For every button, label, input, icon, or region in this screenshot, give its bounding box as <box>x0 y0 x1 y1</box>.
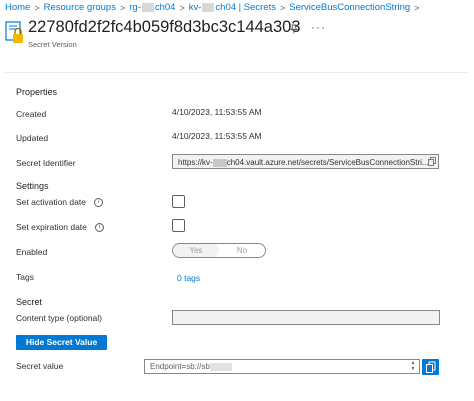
breadcrumb-separator: > <box>279 2 286 13</box>
expiration-date-label: Set expiration date <box>16 222 87 232</box>
expiration-date-row: Set expiration date i <box>16 222 105 233</box>
copy-secret-button[interactable] <box>422 359 439 375</box>
secret-identifier-label: Secret Identifier <box>16 158 76 168</box>
enabled-toggle[interactable]: Yes No <box>172 243 266 258</box>
pin-icon[interactable] <box>289 24 299 34</box>
more-icon[interactable]: ··· <box>311 20 326 34</box>
key-vault-secret-icon <box>5 21 23 43</box>
tags-label: Tags <box>16 272 34 282</box>
secret-value-field[interactable]: Endpoint=sb://sb ▲ ▼ <box>144 359 420 374</box>
scroll-arrows-icon[interactable]: ▲ ▼ <box>410 360 416 372</box>
created-label: Created <box>16 109 47 119</box>
breadcrumb-home[interactable]: Home <box>5 2 30 13</box>
activation-date-label: Set activation date <box>16 197 86 207</box>
content-type-label: Content type (optional) <box>16 313 102 323</box>
breadcrumb-key-vault[interactable]: kv-ch04 | Secrets <box>189 2 276 13</box>
secret-value-label: Secret value <box>16 361 64 371</box>
breadcrumb-separator: > <box>179 2 185 13</box>
copy-icon[interactable] <box>428 157 436 166</box>
enabled-label: Enabled <box>16 247 48 257</box>
header-divider <box>5 72 469 73</box>
enabled-yes-option[interactable]: Yes <box>173 244 219 257</box>
breadcrumb-separator: > <box>414 2 420 13</box>
secret-identifier-field[interactable]: https://kv-ch04.vault.azure.net/secrets/… <box>172 154 439 169</box>
content-type-input[interactable] <box>172 310 440 325</box>
breadcrumb-resource-group[interactable]: rg-ch04 <box>129 2 175 13</box>
activation-date-checkbox[interactable] <box>172 195 185 208</box>
breadcrumb-separator: > <box>34 2 40 13</box>
updated-value: 4/10/2023, 11:53:55 AM <box>172 131 262 141</box>
settings-heading: Settings <box>16 181 49 191</box>
properties-heading: Properties <box>16 87 58 97</box>
page-subtitle: Secret Version <box>28 40 77 49</box>
hide-secret-value-button[interactable]: Hide Secret Value <box>16 335 107 350</box>
activation-date-row: Set activation date i <box>16 197 104 208</box>
info-icon[interactable]: i <box>95 223 105 233</box>
breadcrumb: Home > Resource groups > rg-ch04 > kv-ch… <box>5 2 423 13</box>
page-title: 22780fd2f2fc4b059f8d3bc3c144a303 <box>28 18 301 36</box>
enabled-no-option[interactable]: No <box>219 244 265 257</box>
expiration-date-checkbox[interactable] <box>172 219 185 232</box>
copy-icon <box>426 361 436 373</box>
created-value: 4/10/2023, 11:53:55 AM <box>172 107 262 117</box>
tags-link[interactable]: 0 tags <box>177 273 200 283</box>
secret-heading: Secret <box>16 297 43 307</box>
breadcrumb-separator: > <box>119 2 126 13</box>
breadcrumb-secret[interactable]: ServiceBusConnectionString <box>289 2 410 13</box>
info-icon[interactable]: i <box>94 198 104 208</box>
updated-label: Updated <box>16 133 49 143</box>
breadcrumb-resource-groups[interactable]: Resource groups <box>44 2 116 13</box>
